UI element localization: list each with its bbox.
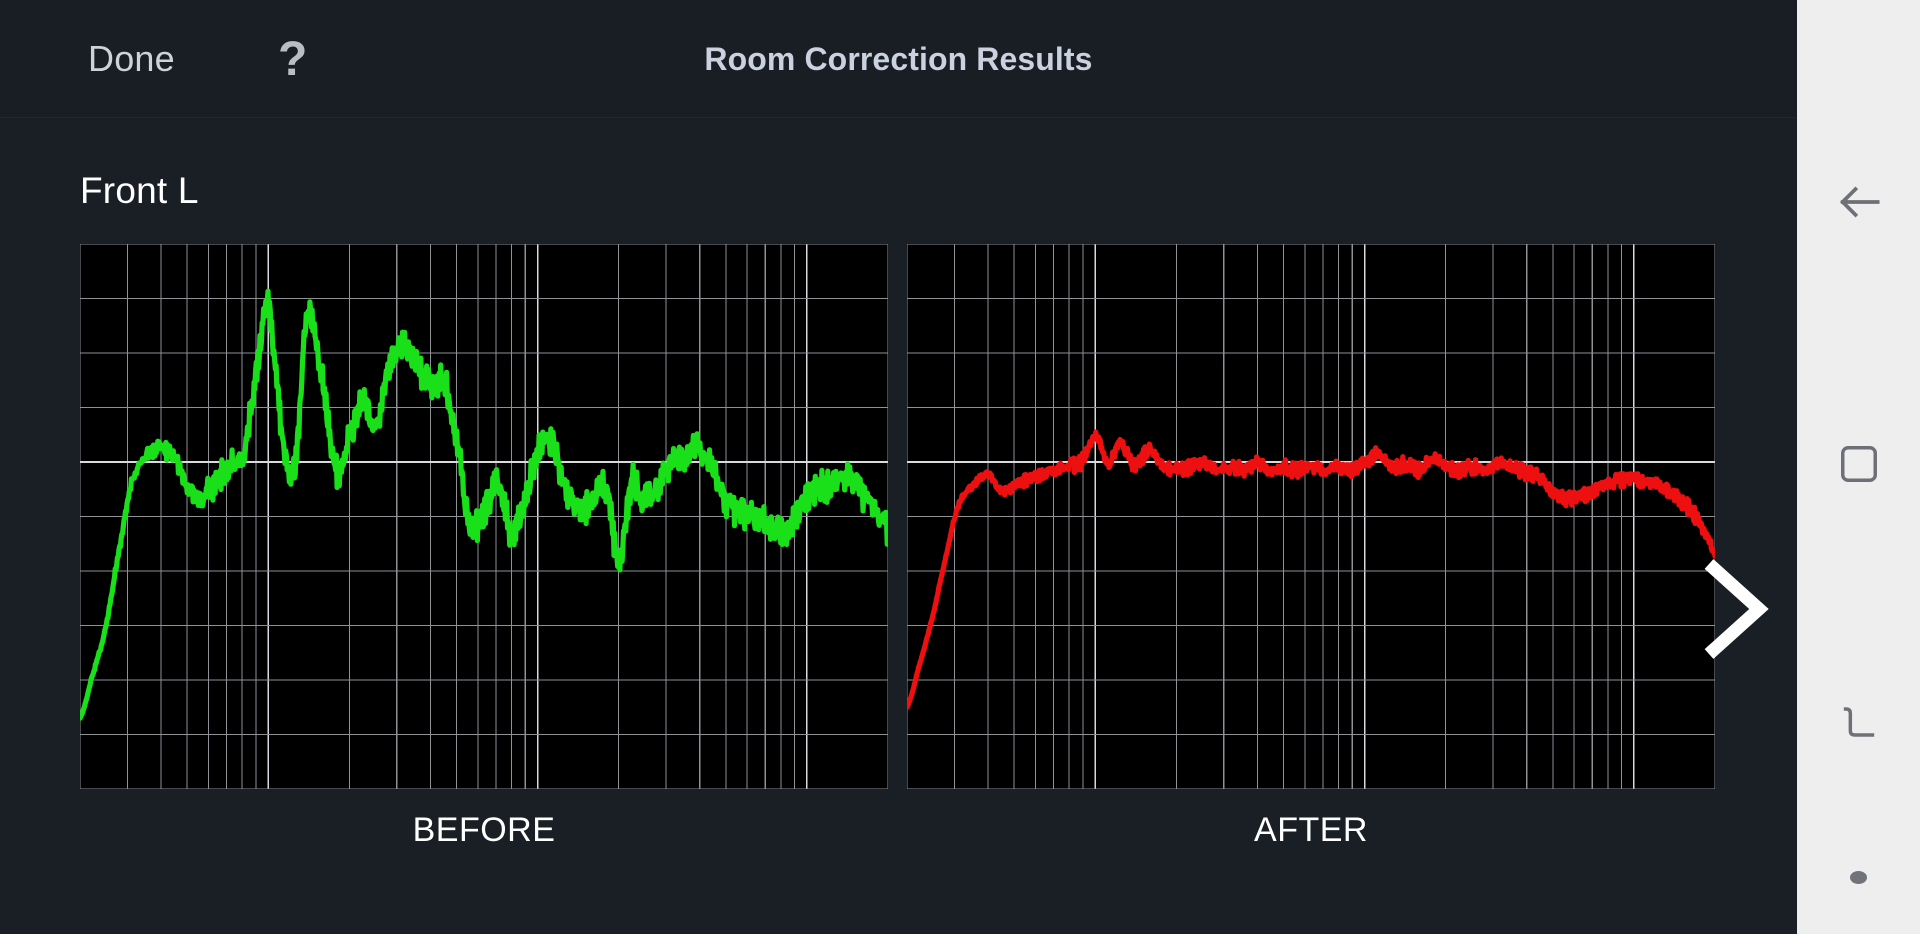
arrow-back-icon[interactable] xyxy=(1827,170,1891,234)
android-navigation-bar xyxy=(1797,0,1920,934)
dot-indicator-icon xyxy=(1827,845,1891,909)
charts-row: BEFORE AFTER xyxy=(0,244,1797,864)
chart-caption-after: AFTER xyxy=(1254,811,1368,849)
chevron-right-icon[interactable] xyxy=(1695,554,1775,664)
chart-caption-before: BEFORE xyxy=(412,811,556,849)
dot-shape xyxy=(1850,870,1867,884)
chart-before: BEFORE xyxy=(80,244,888,850)
frequency-response-graph-after xyxy=(907,244,1715,789)
screen-root: Done ? Room Correction Results Front L B… xyxy=(0,0,1920,934)
plot-area-after xyxy=(907,244,1715,789)
app-header: Done ? Room Correction Results xyxy=(0,0,1797,118)
done-button[interactable]: Done xyxy=(88,0,175,118)
recents-icon[interactable] xyxy=(1827,690,1891,754)
frequency-response-graph-before xyxy=(80,244,888,789)
plot-area-before xyxy=(80,244,888,789)
page-title: Room Correction Results xyxy=(704,40,1093,77)
home-square-icon[interactable] xyxy=(1827,432,1891,496)
results-content: Front L BEFORE AFTER xyxy=(0,118,1797,934)
channel-label: Front L xyxy=(80,170,199,211)
app-screen: Done ? Room Correction Results Front L B… xyxy=(0,0,1797,934)
chart-after: AFTER xyxy=(907,244,1715,850)
question-mark-icon[interactable]: ? xyxy=(278,0,307,118)
